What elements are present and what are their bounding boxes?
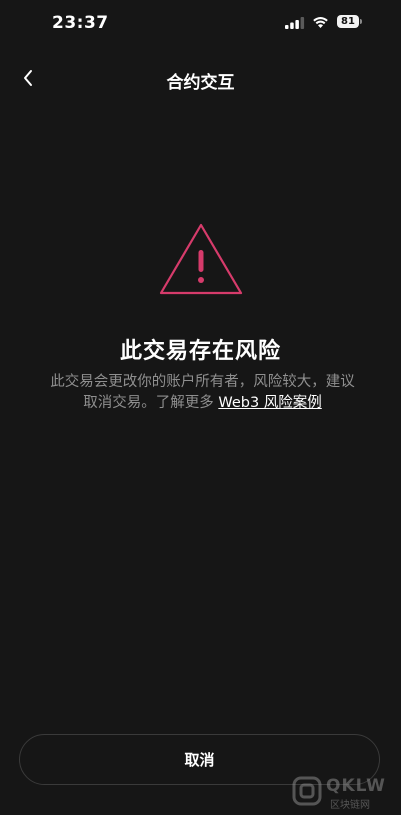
contract-interaction-screen: 23:37 81 合约交互 此交易存在风险 此交易会更改你的账户所有者，风险较大… — [0, 0, 401, 815]
web3-risk-cases-link[interactable]: Web3 风险案例 — [218, 395, 321, 411]
battery-level: 81 — [337, 15, 359, 28]
cellular-signal-icon — [285, 17, 305, 29]
warning-triangle-icon — [159, 223, 243, 295]
warning-description-line2-wrap: 取消交易。了解更多 Web3 风险案例 — [30, 393, 375, 414]
page-title: 合约交互 — [166, 73, 235, 93]
warning-description: 此交易会更改你的账户所有者，风险较大，建议 取消交易。了解更多 Web3 风险案… — [30, 372, 375, 414]
warning-description-line1: 此交易会更改你的账户所有者，风险较大，建议 — [50, 374, 355, 390]
warning-description-line2: 取消交易。了解更多 — [83, 395, 214, 411]
status-time: 23:37 — [52, 13, 109, 33]
watermark-brand: QKLW — [326, 776, 386, 796]
watermark-sub: 区块链网 — [330, 800, 370, 811]
wifi-icon — [313, 17, 328, 28]
battery-indicator: 81 — [337, 15, 363, 29]
nav-bar: 合约交互 — [0, 52, 401, 104]
battery-tip — [360, 19, 362, 24]
warning-title: 此交易存在风险 — [119, 339, 281, 364]
status-bar: 23:37 81 — [0, 0, 401, 48]
watermark: QKLW 区块链网 — [290, 772, 398, 812]
watermark-logo-icon — [292, 776, 322, 806]
